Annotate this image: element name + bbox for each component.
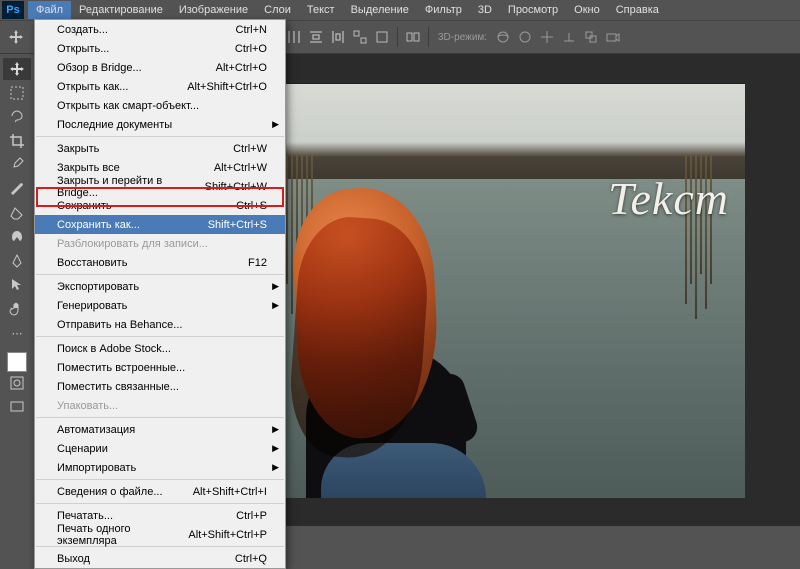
mode3d-label: 3D-режим: — [438, 32, 487, 43]
menuitem[interactable]: Сохранить как...Shift+Ctrl+S — [35, 215, 285, 234]
distribute-2-icon[interactable] — [284, 27, 304, 47]
menu-редактирование[interactable]: Редактирование — [71, 1, 171, 19]
menuitem[interactable]: Сведения о файле...Alt+Shift+Ctrl+I — [35, 482, 285, 501]
menuitem[interactable]: Поместить встроенные... — [35, 358, 285, 377]
3d-rotate-icon[interactable] — [493, 27, 513, 47]
path-select-tool[interactable] — [3, 274, 31, 296]
screenmode-tool[interactable] — [3, 396, 31, 418]
3d-camera-icon[interactable] — [603, 27, 623, 47]
menu-выделение[interactable]: Выделение — [343, 1, 417, 19]
3d-pan-icon[interactable] — [537, 27, 557, 47]
menuitem[interactable]: Генерировать▶ — [35, 296, 285, 315]
distribute-3-icon[interactable] — [306, 27, 326, 47]
menuitem[interactable]: Обзор в Bridge...Alt+Ctrl+O — [35, 58, 285, 77]
menuitem[interactable]: Печать одного экземпляраAlt+Shift+Ctrl+P — [35, 525, 285, 544]
menu-изображение[interactable]: Изображение — [171, 1, 256, 19]
file-menu-dropdown: Создать...Ctrl+NОткрыть...Ctrl+OОбзор в … — [34, 19, 286, 569]
menubar: Ps ФайлРедактированиеИзображениеСлоиТекс… — [0, 0, 800, 20]
menuitem[interactable]: Закрыть и перейти в Bridge...Shift+Ctrl+… — [35, 177, 285, 196]
gradient-tool[interactable] — [3, 226, 31, 248]
pen-tool[interactable] — [3, 250, 31, 272]
menuitem[interactable]: Импортировать▶ — [35, 458, 285, 477]
right-panel — [745, 54, 800, 526]
3d-slide-icon[interactable] — [559, 27, 579, 47]
menu-окно[interactable]: Окно — [566, 1, 608, 19]
menu-текст[interactable]: Текст — [299, 1, 343, 19]
more-tools[interactable]: ⋯ — [3, 322, 31, 344]
menuitem[interactable]: Автоматизация▶ — [35, 420, 285, 439]
menu-справка[interactable]: Справка — [608, 1, 667, 19]
menuitem: Разблокировать для записи... — [35, 234, 285, 253]
menuitem[interactable]: СохранитьCtrl+S — [35, 196, 285, 215]
toolbar: ⋯ — [0, 54, 34, 420]
menuitem[interactable]: Последние документы▶ — [35, 115, 285, 134]
menu-слои[interactable]: Слои — [256, 1, 299, 19]
3d-roll-icon[interactable] — [515, 27, 535, 47]
distribute-4-icon[interactable] — [328, 27, 348, 47]
3d-scale-icon[interactable] — [581, 27, 601, 47]
foreground-swatch[interactable] — [7, 352, 27, 372]
menuitem[interactable]: Поиск в Adobe Stock... — [35, 339, 285, 358]
menuitem[interactable]: Отправить на Behance... — [35, 315, 285, 334]
move-tool[interactable] — [3, 58, 31, 80]
distribute-5-icon[interactable] — [350, 27, 370, 47]
menuitem[interactable]: ВыходCtrl+Q — [35, 549, 285, 568]
menuitem[interactable]: ВосстановитьF12 — [35, 253, 285, 272]
quickmask-tool[interactable] — [3, 372, 31, 394]
menuitem[interactable]: Поместить связанные... — [35, 377, 285, 396]
menuitem[interactable]: Сценарии▶ — [35, 439, 285, 458]
crop-tool[interactable] — [3, 130, 31, 152]
menu-фильтр[interactable]: Фильтр — [417, 1, 470, 19]
brush-tool[interactable] — [3, 178, 31, 200]
menuitem: Упаковать... — [35, 396, 285, 415]
move-tool-icon — [6, 27, 26, 47]
menuitem[interactable]: ЗакрытьCtrl+W — [35, 139, 285, 158]
lasso-tool[interactable] — [3, 106, 31, 128]
menuitem[interactable]: Открыть...Ctrl+O — [35, 39, 285, 58]
menu-просмотр[interactable]: Просмотр — [500, 1, 566, 19]
menuitem[interactable]: Открыть как...Alt+Shift+Ctrl+O — [35, 77, 285, 96]
menuitem[interactable]: Открыть как смарт-объект... — [35, 96, 285, 115]
distribute-6-icon[interactable] — [372, 27, 392, 47]
eraser-tool[interactable] — [3, 202, 31, 224]
menu-3d[interactable]: 3D — [470, 1, 500, 19]
hand-tool[interactable] — [3, 298, 31, 320]
canvas-text: Tekcm — [608, 172, 729, 225]
menuitem[interactable]: Создать...Ctrl+N — [35, 20, 285, 39]
canvas[interactable]: Tekcm — [286, 84, 745, 498]
auto-align-icon[interactable] — [403, 27, 423, 47]
menu-файл[interactable]: Файл — [28, 1, 71, 19]
app-logo: Ps — [2, 1, 24, 19]
marquee-tool[interactable] — [3, 82, 31, 104]
eyedropper-tool[interactable] — [3, 154, 31, 176]
menuitem[interactable]: Экспортировать▶ — [35, 277, 285, 296]
image-subject — [286, 178, 476, 498]
